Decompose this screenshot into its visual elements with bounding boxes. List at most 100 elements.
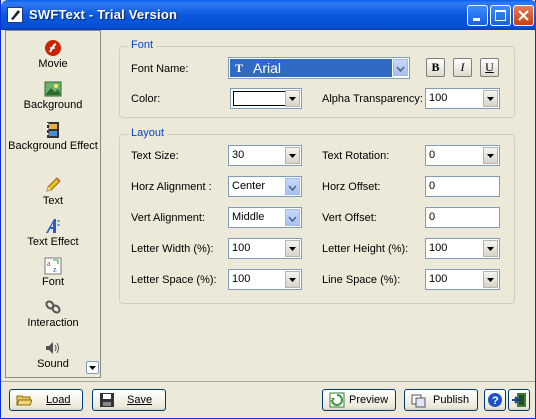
horz-offset-value: 0 — [429, 180, 436, 192]
text-rotation-select[interactable]: 0 — [425, 145, 500, 166]
color-swatch — [233, 91, 286, 106]
chevron-down-icon[interactable] — [483, 147, 498, 164]
category-nav: Movie Background Background Effect Text … — [5, 30, 101, 378]
pencil-icon — [44, 176, 62, 194]
interaction-icon — [44, 298, 62, 316]
maximize-button[interactable] — [490, 5, 511, 26]
line-space-value: 100 — [429, 273, 448, 285]
font-icon: az — [44, 257, 62, 275]
help-icon: ? — [488, 393, 502, 407]
horz-alignment-select[interactable]: Center — [228, 176, 302, 197]
help-button[interactable]: ? — [484, 389, 506, 411]
svg-text:z: z — [53, 265, 57, 274]
font-group-title: Font — [128, 39, 157, 51]
color-picker[interactable] — [230, 88, 302, 109]
letter-space-label: Letter Space (%): — [131, 274, 217, 286]
app-icon — [7, 7, 23, 23]
nav-scroll-down-button[interactable] — [86, 361, 99, 374]
chevron-down-icon[interactable] — [285, 271, 300, 288]
underline-button[interactable]: U — [480, 58, 499, 77]
chevron-down-icon[interactable] — [483, 271, 498, 288]
minimize-button[interactable] — [467, 5, 488, 26]
exit-button[interactable] — [508, 389, 530, 411]
publish-label: Publish — [433, 394, 470, 406]
color-label: Color: — [131, 93, 161, 105]
nav-item-text-effect[interactable]: Text Effect — [6, 217, 100, 249]
horz-offset-input[interactable]: 0 — [425, 176, 500, 197]
letter-height-value: 100 — [429, 242, 448, 254]
chevron-down-icon[interactable] — [483, 240, 498, 257]
close-button[interactable] — [513, 5, 534, 26]
save-button[interactable]: Save — [92, 389, 166, 411]
letter-width-value: 100 — [232, 242, 251, 254]
text-effect-icon — [44, 217, 62, 235]
letter-space-value: 100 — [232, 273, 251, 285]
footer-divider — [1, 381, 535, 382]
chevron-down-icon[interactable] — [393, 59, 408, 76]
chevron-down-icon[interactable] — [285, 178, 300, 195]
text-size-select[interactable]: 30 — [228, 145, 302, 166]
chevron-down-icon[interactable] — [285, 90, 300, 107]
text-rotation-value: 0 — [429, 149, 436, 161]
font-name-label: Font Name: — [131, 63, 189, 75]
publish-button[interactable]: Publish — [404, 389, 478, 411]
letter-width-label: Letter Width (%): — [131, 243, 214, 255]
line-space-label: Line Space (%): — [322, 274, 401, 286]
alpha-transparency-value: 100 — [429, 92, 448, 104]
chevron-down-icon[interactable] — [483, 90, 498, 107]
publish-icon — [411, 392, 427, 408]
chevron-down-icon[interactable] — [285, 147, 300, 164]
horz-offset-label: Horz Offset: — [322, 181, 381, 193]
nav-label: Text — [42, 195, 64, 207]
nav-item-text[interactable]: Text — [6, 176, 100, 208]
alpha-transparency-select[interactable]: 100 — [425, 88, 500, 109]
nav-label: Text Effect — [27, 236, 79, 248]
italic-button[interactable]: I — [453, 58, 472, 77]
vert-alignment-select[interactable]: Middle — [228, 207, 302, 228]
letter-space-select[interactable]: 100 — [228, 269, 302, 290]
nav-label: Interaction — [27, 317, 79, 329]
background-icon — [44, 80, 62, 98]
vert-alignment-value: Middle — [232, 211, 265, 223]
nav-item-interaction[interactable]: Interaction — [6, 298, 100, 330]
load-button[interactable]: Load — [9, 389, 83, 411]
line-space-select[interactable]: 100 — [425, 269, 500, 290]
font-name-select[interactable]: T Arial — [228, 57, 410, 79]
sound-icon — [44, 339, 62, 357]
vert-alignment-label: Vert Alignment: — [131, 212, 205, 224]
text-rotation-label: Text Rotation: — [322, 150, 390, 162]
folder-open-icon — [16, 392, 33, 408]
text-size-value: 30 — [232, 149, 245, 161]
truetype-icon: T — [235, 61, 244, 75]
preview-label: Preview — [349, 394, 389, 406]
nav-label: Font — [41, 276, 64, 288]
horz-alignment-value: Center — [232, 180, 266, 192]
preview-button[interactable]: Preview — [322, 389, 396, 411]
exit-icon — [512, 393, 526, 407]
alpha-transparency-label: Alpha Transparency: — [322, 93, 423, 105]
svg-text:?: ? — [492, 395, 499, 407]
load-label: Load — [46, 394, 71, 406]
app-window: SWFText - Trial Version Movie Background — [0, 0, 536, 419]
letter-width-select[interactable]: 100 — [228, 238, 302, 259]
chevron-down-icon[interactable] — [285, 240, 300, 257]
nav-item-background[interactable]: Background — [6, 80, 100, 112]
vert-offset-label: Vert Offset: — [322, 212, 377, 224]
title-bar[interactable]: SWFText - Trial Version — [1, 0, 536, 30]
nav-item-movie[interactable]: Movie — [6, 39, 100, 71]
nav-item-background-effect[interactable]: Background Effect — [6, 121, 100, 153]
chevron-down-icon[interactable] — [285, 209, 300, 226]
text-size-label: Text Size: — [131, 150, 179, 162]
font-name-value: Arial — [253, 60, 282, 76]
nav-label: Background Effect — [8, 140, 98, 152]
bold-button[interactable]: B — [426, 58, 445, 77]
layout-group-title: Layout — [128, 127, 168, 139]
nav-label: Movie — [38, 58, 68, 70]
window-title: SWFText - Trial Version — [29, 7, 178, 22]
nav-item-font[interactable]: az Font — [6, 257, 100, 289]
letter-height-select[interactable]: 100 — [425, 238, 500, 259]
vert-offset-input[interactable]: 0 — [425, 207, 500, 228]
horz-alignment-label: Horz Alignment : — [131, 181, 212, 193]
background-effect-icon — [44, 121, 62, 139]
vert-offset-value: 0 — [429, 211, 436, 223]
